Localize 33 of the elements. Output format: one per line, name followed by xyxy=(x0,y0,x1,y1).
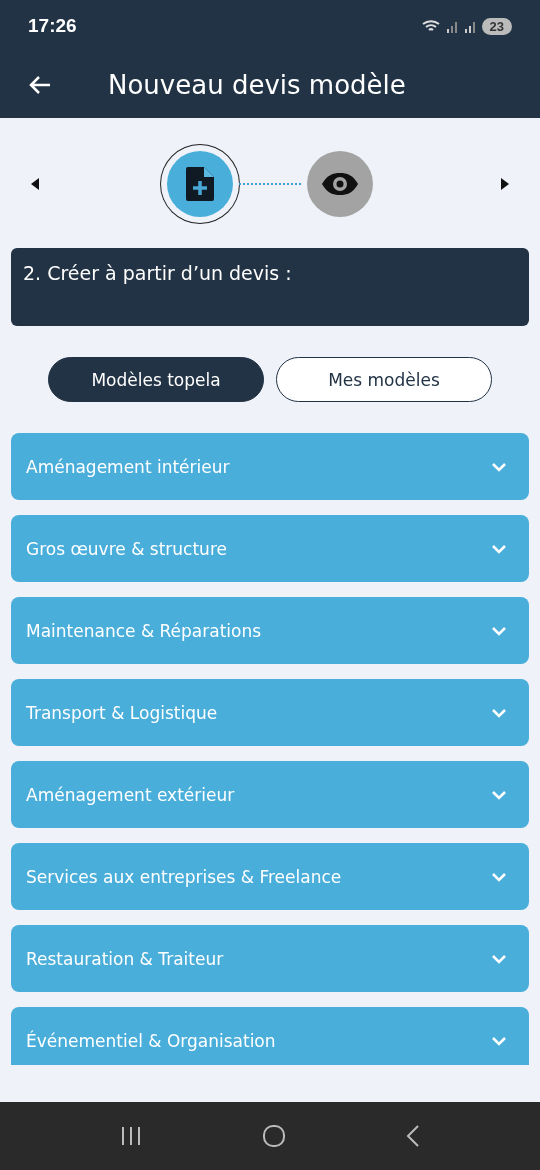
page-title: Nouveau devis modèle xyxy=(108,70,406,100)
category-accordion[interactable]: Aménagement intérieur xyxy=(11,433,529,500)
category-label: Services aux entreprises & Freelance xyxy=(26,866,342,887)
category-accordion[interactable]: Gros œuvre & structure xyxy=(11,515,529,582)
category-label: Maintenance & Réparations xyxy=(26,620,262,641)
left-caret-icon[interactable] xyxy=(31,178,39,190)
category-accordion[interactable]: Événementiel & Organisation xyxy=(11,1007,529,1065)
battery-indicator: 23 xyxy=(481,17,512,35)
tab[interactable]: Mes modèles xyxy=(276,357,492,402)
section-header: 2. Créer à partir d’un devis : xyxy=(11,248,529,326)
category-label: Transport & Logistique xyxy=(26,702,218,723)
signal-icon xyxy=(445,19,460,33)
eye-icon xyxy=(321,172,359,196)
back-icon[interactable] xyxy=(406,1125,420,1147)
category-label: Restauration & Traiteur xyxy=(26,948,224,969)
home-icon[interactable] xyxy=(262,1124,286,1148)
document-add-icon xyxy=(186,167,214,201)
signal-icon xyxy=(463,19,478,33)
category-accordion[interactable]: Aménagement extérieur xyxy=(11,761,529,828)
category-accordion[interactable]: Services aux entreprises & Freelance xyxy=(11,843,529,910)
category-label: Aménagement intérieur xyxy=(26,456,230,477)
category-label: Événementiel & Organisation xyxy=(26,1030,276,1051)
category-label: Gros œuvre & structure xyxy=(26,538,227,559)
recent-apps-icon[interactable] xyxy=(120,1126,142,1146)
category-accordion[interactable]: Restauration & Traiteur xyxy=(11,925,529,992)
right-caret-icon[interactable] xyxy=(501,178,509,190)
wifi-icon xyxy=(421,19,442,33)
back-arrow-icon[interactable] xyxy=(28,75,52,95)
clock: 17:26 xyxy=(28,15,77,37)
category-accordion[interactable]: Maintenance & Réparations xyxy=(11,597,529,664)
tab[interactable]: Modèles topela xyxy=(48,357,264,402)
category-accordion[interactable]: Transport & Logistique xyxy=(11,679,529,746)
category-label: Aménagement extérieur xyxy=(26,784,235,805)
